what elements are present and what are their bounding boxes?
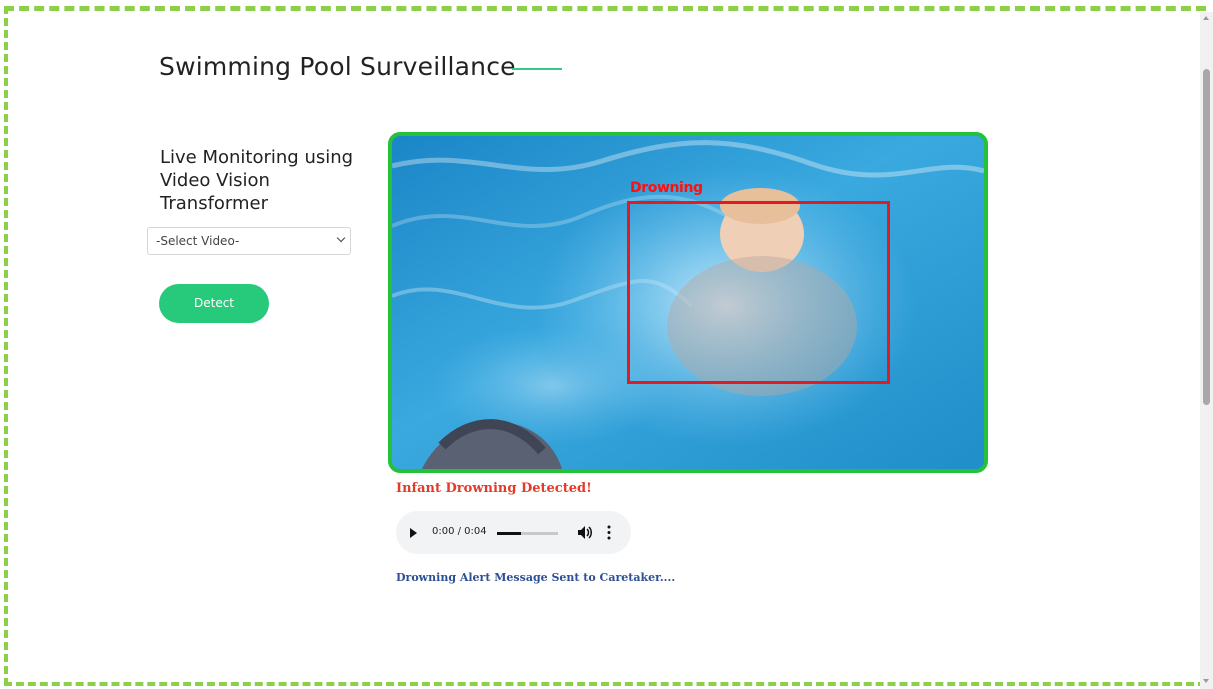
detection-label: Drowning xyxy=(630,180,703,196)
video-select-value: -Select Video- xyxy=(156,234,240,248)
play-icon[interactable] xyxy=(410,528,417,538)
section-heading: Live Monitoring using Video Vision Trans… xyxy=(160,147,354,214)
video-display: Drowning xyxy=(388,132,988,473)
scroll-down-icon[interactable] xyxy=(1203,679,1209,683)
scroll-thumb[interactable] xyxy=(1203,69,1210,405)
title-underline xyxy=(512,68,562,70)
volume-icon[interactable] xyxy=(577,525,593,540)
caretaker-status: Drowning Alert Message Sent to Caretaker… xyxy=(396,571,676,584)
audio-player[interactable]: 0:00 / 0:04 xyxy=(396,511,631,554)
detect-button[interactable]: Detect xyxy=(159,284,269,323)
audio-progress-fill xyxy=(497,532,522,535)
scroll-up-icon[interactable] xyxy=(1203,16,1209,20)
detection-alert: Infant Drowning Detected! xyxy=(396,481,592,496)
page-title: Swimming Pool Surveillance xyxy=(159,52,516,81)
video-select[interactable]: -Select Video- xyxy=(147,227,351,255)
chevron-down-icon xyxy=(336,233,346,243)
audio-time: 0:00 / 0:04 xyxy=(432,526,487,537)
scrollbar[interactable] xyxy=(1200,12,1213,689)
more-vertical-icon[interactable] xyxy=(606,525,612,540)
detection-bounding-box xyxy=(627,201,890,384)
audio-progress[interactable] xyxy=(497,532,558,535)
